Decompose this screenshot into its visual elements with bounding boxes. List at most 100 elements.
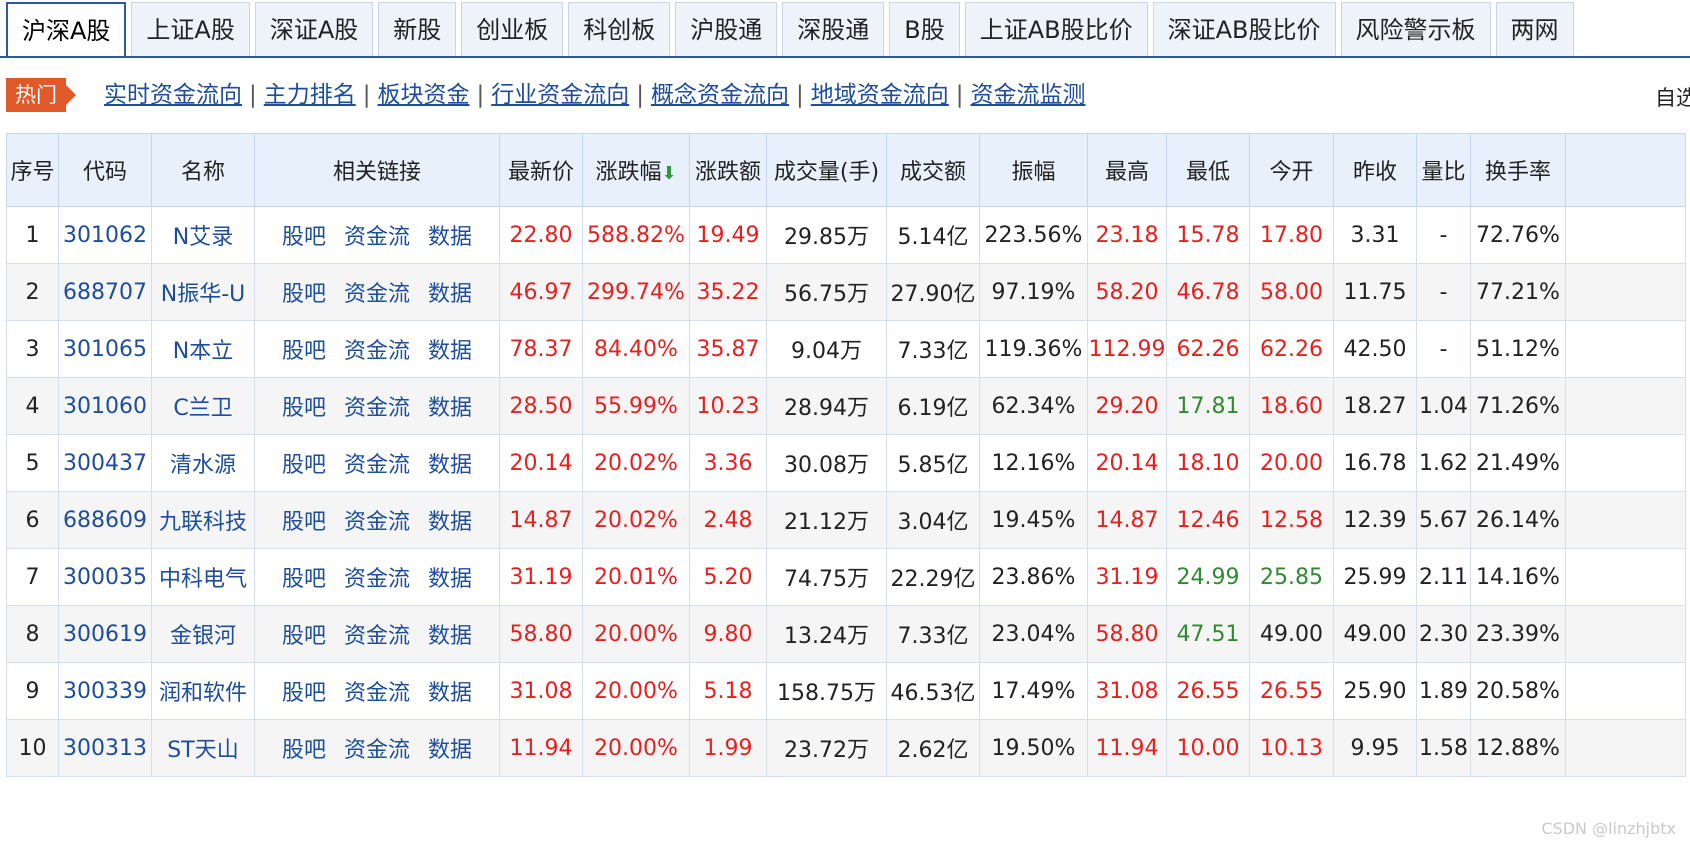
tab-4[interactable]: 创业板 xyxy=(461,2,564,56)
table-row[interactable]: 4 301060 C兰卫 股吧 资金流 数据 28.50 55.99% 10.23 28.94万 6… xyxy=(6,377,1686,435)
guba-link[interactable]: 股吧 xyxy=(282,624,326,649)
data-link[interactable]: 数据 xyxy=(428,225,472,250)
tab-5[interactable]: 科创板 xyxy=(568,2,671,56)
hot-link-separator: | xyxy=(249,82,257,108)
guba-link[interactable]: 股吧 xyxy=(282,681,326,706)
tab-12[interactable]: 两网 xyxy=(1495,2,1574,56)
stock-name[interactable]: 润和软件 xyxy=(151,662,255,720)
stock-code[interactable]: 301062 xyxy=(58,206,152,264)
fund-flow-link[interactable]: 资金流 xyxy=(344,510,410,535)
stock-code[interactable]: 688609 xyxy=(58,491,152,549)
column-header[interactable]: 代码 xyxy=(58,133,152,207)
column-header[interactable]: 成交量(手) xyxy=(766,133,887,207)
hot-link-6[interactable]: 资金流监测 xyxy=(971,82,1086,108)
table-row[interactable]: 2 688707 N振华-U 股吧 资金流 数据 46.97 299.74% 35.22 56.7… xyxy=(6,263,1686,321)
fund-flow-link[interactable]: 资金流 xyxy=(344,282,410,307)
stock-code[interactable]: 300619 xyxy=(58,605,152,663)
stock-code[interactable]: 300313 xyxy=(58,719,152,777)
stock-code[interactable]: 301060 xyxy=(58,377,152,435)
stock-name[interactable]: ST天山 xyxy=(151,719,255,777)
fund-flow-link[interactable]: 资金流 xyxy=(344,738,410,763)
hot-link-2[interactable]: 板块资金 xyxy=(378,82,470,108)
column-header[interactable]: 最低 xyxy=(1166,133,1250,207)
data-link[interactable]: 数据 xyxy=(428,453,472,478)
hot-link-5[interactable]: 地域资金流向 xyxy=(811,82,949,108)
column-header[interactable]: 涨跌幅⬇ xyxy=(582,133,690,207)
stock-name[interactable]: N艾录 xyxy=(151,206,255,264)
sort-desc-icon[interactable]: ⬇ xyxy=(661,163,676,184)
stock-name[interactable]: N振华-U xyxy=(151,263,255,321)
column-header[interactable]: 最新价 xyxy=(499,133,583,207)
stock-code[interactable]: 301065 xyxy=(58,320,152,378)
stock-name[interactable]: N本立 xyxy=(151,320,255,378)
guba-link[interactable]: 股吧 xyxy=(282,282,326,307)
guba-link[interactable]: 股吧 xyxy=(282,738,326,763)
tab-6[interactable]: 沪股通 xyxy=(675,2,778,56)
column-header[interactable]: 涨跌额 xyxy=(689,133,767,207)
column-header[interactable]: 最高 xyxy=(1087,133,1167,207)
hot-link-4[interactable]: 概念资金流向 xyxy=(651,82,789,108)
stock-code[interactable]: 300437 xyxy=(58,434,152,492)
fund-flow-link[interactable]: 资金流 xyxy=(344,396,410,421)
data-link[interactable]: 数据 xyxy=(428,510,472,535)
stock-name[interactable]: C兰卫 xyxy=(151,377,255,435)
guba-link[interactable]: 股吧 xyxy=(282,225,326,250)
data-link[interactable]: 数据 xyxy=(428,396,472,421)
table-row[interactable]: 1 301062 N艾录 股吧 资金流 数据 22.80 588.82% 19.49 29.85万… xyxy=(6,206,1686,264)
table-row[interactable]: 8 300619 金银河 股吧 资金流 数据 58.80 20.00% 9.80 13.24万 7.… xyxy=(6,605,1686,663)
table-row[interactable]: 9 300339 润和软件 股吧 资金流 数据 31.08 20.00% 5.18 158.75万… xyxy=(6,662,1686,720)
guba-link[interactable]: 股吧 xyxy=(282,567,326,592)
fund-flow-link[interactable]: 资金流 xyxy=(344,567,410,592)
column-header[interactable]: 量比 xyxy=(1416,133,1471,207)
guba-link[interactable]: 股吧 xyxy=(282,396,326,421)
column-header[interactable]: 换手率 xyxy=(1470,133,1566,207)
tab-2[interactable]: 深证A股 xyxy=(254,2,374,56)
column-header[interactable]: 相关链接 xyxy=(254,133,500,207)
tab-11[interactable]: 风险警示板 xyxy=(1340,2,1491,56)
tab-1[interactable]: 上证A股 xyxy=(131,2,250,56)
low-price: 10.00 xyxy=(1166,719,1250,777)
table-row[interactable]: 10 300313 ST天山 股吧 资金流 数据 11.94 20.00% 1.99 23.72万… xyxy=(6,719,1686,777)
stock-code[interactable]: 688707 xyxy=(58,263,152,321)
stock-code[interactable]: 300339 xyxy=(58,662,152,720)
guba-link[interactable]: 股吧 xyxy=(282,453,326,478)
data-link[interactable]: 数据 xyxy=(428,681,472,706)
stock-name[interactable]: 中科电气 xyxy=(151,548,255,606)
table-row[interactable]: 6 688609 九联科技 股吧 资金流 数据 14.87 20.02% 2.48 21.12万 3… xyxy=(6,491,1686,549)
self-select-link[interactable]: 自选 xyxy=(1655,82,1690,112)
hot-link-1[interactable]: 主力排名 xyxy=(264,82,356,108)
fund-flow-link[interactable]: 资金流 xyxy=(344,453,410,478)
tab-3[interactable]: 新股 xyxy=(378,2,457,56)
table-row[interactable]: 5 300437 清水源 股吧 资金流 数据 20.14 20.02% 3.36 30.08万 5.… xyxy=(6,434,1686,492)
fund-flow-link[interactable]: 资金流 xyxy=(344,681,410,706)
stock-name[interactable]: 清水源 xyxy=(151,434,255,492)
column-header[interactable]: 序号 xyxy=(6,133,59,207)
tab-0[interactable]: 沪深A股 xyxy=(6,2,127,56)
column-header[interactable]: 振幅 xyxy=(979,133,1088,207)
column-header[interactable]: 成交额 xyxy=(886,133,980,207)
column-header[interactable]: 昨收 xyxy=(1333,133,1417,207)
data-link[interactable]: 数据 xyxy=(428,624,472,649)
stock-code[interactable]: 300035 xyxy=(58,548,152,606)
column-header[interactable]: 今开 xyxy=(1249,133,1334,207)
tab-7[interactable]: 深股通 xyxy=(782,2,885,56)
data-link[interactable]: 数据 xyxy=(428,738,472,763)
guba-link[interactable]: 股吧 xyxy=(282,339,326,364)
hot-link-3[interactable]: 行业资金流向 xyxy=(491,82,629,108)
tab-9[interactable]: 上证AB股比价 xyxy=(964,2,1148,56)
fund-flow-link[interactable]: 资金流 xyxy=(344,624,410,649)
stock-name[interactable]: 金银河 xyxy=(151,605,255,663)
hot-link-0[interactable]: 实时资金流向 xyxy=(104,82,242,108)
tab-10[interactable]: 深证AB股比价 xyxy=(1152,2,1336,56)
guba-link[interactable]: 股吧 xyxy=(282,510,326,535)
stock-name[interactable]: 九联科技 xyxy=(151,491,255,549)
fund-flow-link[interactable]: 资金流 xyxy=(344,339,410,364)
table-row[interactable]: 7 300035 中科电气 股吧 资金流 数据 31.19 20.01% 5.20 74.75万 2… xyxy=(6,548,1686,606)
column-header[interactable]: 名称 xyxy=(151,133,255,207)
table-row[interactable]: 3 301065 N本立 股吧 资金流 数据 78.37 84.40% 35.87 9.04万 7.… xyxy=(6,320,1686,378)
data-link[interactable]: 数据 xyxy=(428,339,472,364)
tab-8[interactable]: B股 xyxy=(889,2,960,56)
fund-flow-link[interactable]: 资金流 xyxy=(344,225,410,250)
data-link[interactable]: 数据 xyxy=(428,282,472,307)
data-link[interactable]: 数据 xyxy=(428,567,472,592)
